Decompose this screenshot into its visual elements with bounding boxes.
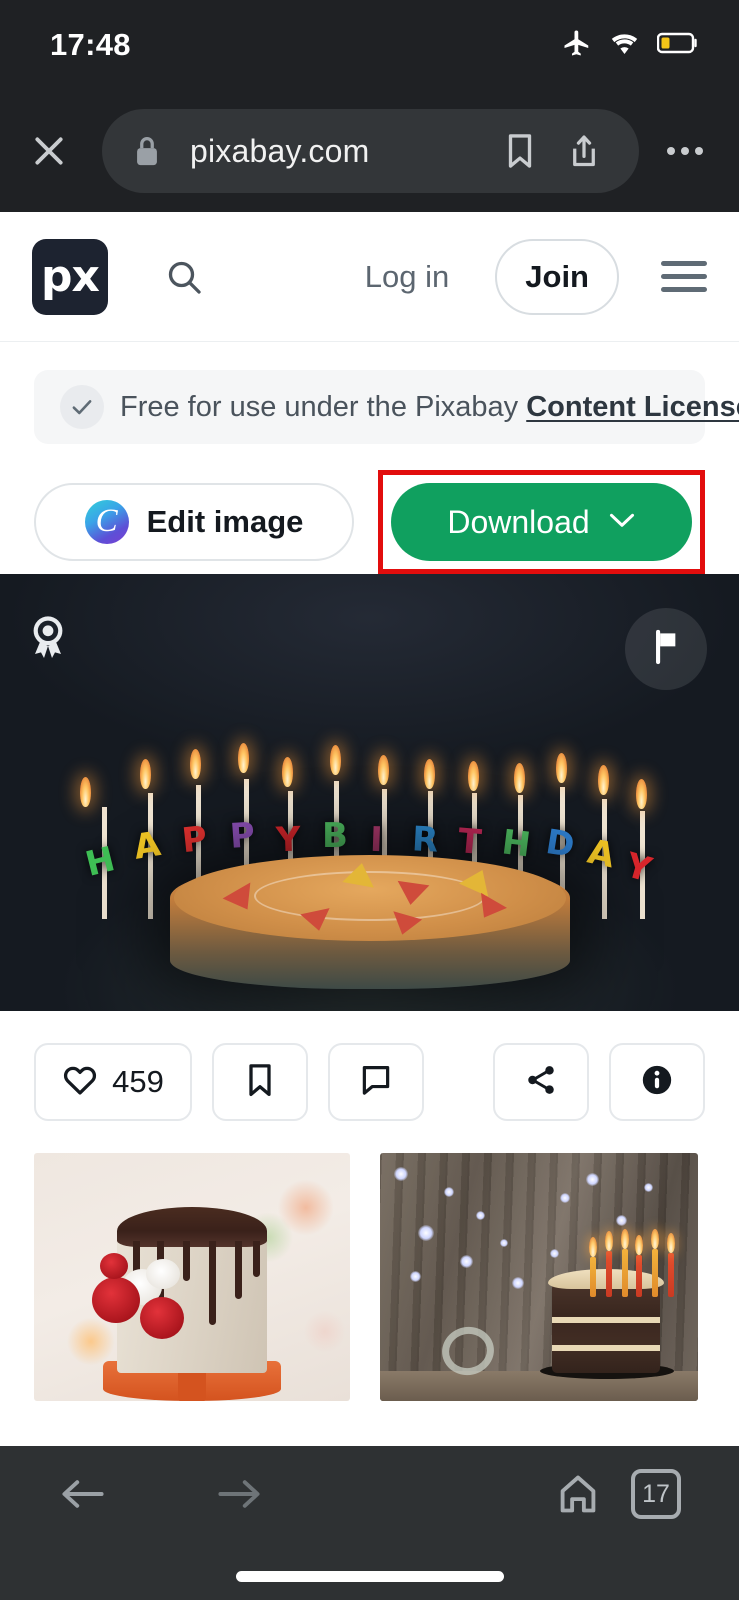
checkmark-icon xyxy=(60,385,104,429)
license-banner-wrap: Free for use under the Pixabay Content L… xyxy=(0,342,739,444)
share-network-icon xyxy=(524,1063,558,1102)
tab-count: 17 xyxy=(631,1469,681,1519)
license-banner: Free for use under the Pixabay Content L… xyxy=(34,370,739,444)
candle-letter: I xyxy=(369,819,384,861)
cake-top xyxy=(173,855,566,941)
thumb1-rose xyxy=(92,1277,140,1323)
lock-icon xyxy=(132,134,162,168)
primary-actions: C Edit image Download xyxy=(0,444,739,574)
license-text: Free for use under the Pixabay Content L… xyxy=(120,391,739,424)
like-count: 459 xyxy=(112,1064,164,1099)
candle-letter: A xyxy=(131,824,164,868)
hamburger-menu-icon[interactable] xyxy=(661,261,707,292)
join-button-label: Join xyxy=(525,258,589,294)
hero-image[interactable]: H A P P Y B I R T H D A Y xyxy=(0,574,739,1011)
bookmark-icon[interactable] xyxy=(491,122,549,180)
comment-icon xyxy=(360,1063,392,1102)
url-text: pixabay.com xyxy=(190,132,370,169)
battery-low-icon xyxy=(656,31,699,60)
candle-letter: H xyxy=(499,822,533,866)
engagement-bar: 459 xyxy=(0,1011,739,1121)
comment-button[interactable] xyxy=(328,1043,424,1121)
mobile-browser-screen: 17:48 pixabay.com px Log in Join Free fo… xyxy=(0,0,739,1600)
cake-body xyxy=(169,855,570,989)
tab-switcher-button[interactable]: 17 xyxy=(617,1455,695,1533)
thumb1-stand-pole xyxy=(178,1373,206,1401)
related-thumbnail-1[interactable] xyxy=(34,1153,350,1401)
arrow-right-icon[interactable] xyxy=(200,1455,278,1533)
pixabay-logo[interactable]: px xyxy=(32,238,108,315)
related-thumbnail-2[interactable] xyxy=(380,1153,698,1401)
thumb1-rose xyxy=(140,1297,184,1339)
thumb1-white-flower xyxy=(146,1259,180,1289)
edit-image-button[interactable]: C Edit image xyxy=(34,483,354,561)
candle-letter: P xyxy=(228,815,257,857)
status-clock: 17:48 xyxy=(50,27,131,62)
candle-letter: H xyxy=(81,839,119,885)
browser-bottom-bar: 17 xyxy=(0,1446,739,1600)
report-flag-button[interactable] xyxy=(625,608,707,690)
info-button[interactable] xyxy=(609,1043,705,1121)
download-highlight-box: Download xyxy=(378,470,705,574)
award-badge-icon xyxy=(28,614,68,662)
related-images xyxy=(0,1121,739,1401)
chevron-down-icon xyxy=(608,510,636,535)
airplane-icon xyxy=(562,28,592,63)
candle-letter: B xyxy=(322,816,348,856)
heart-icon xyxy=(62,1063,98,1102)
bookmark-icon xyxy=(245,1062,275,1103)
status-bar: 17:48 xyxy=(0,0,739,90)
share-button[interactable] xyxy=(493,1043,589,1121)
like-button[interactable]: 459 xyxy=(34,1043,192,1121)
home-icon[interactable] xyxy=(539,1455,617,1533)
flag-report-icon xyxy=(649,628,683,671)
wifi-icon xyxy=(609,30,640,61)
arrow-left-icon[interactable] xyxy=(44,1455,122,1533)
home-indicator[interactable] xyxy=(235,1571,504,1582)
candle-letter: D xyxy=(543,822,578,866)
address-bar[interactable]: pixabay.com xyxy=(102,109,639,193)
canva-c-icon: C xyxy=(84,500,129,544)
content-license-link[interactable]: Content License xyxy=(526,391,739,423)
info-icon xyxy=(640,1063,674,1102)
pixabay-logo-text: px xyxy=(41,250,100,302)
site-header: px Log in Join xyxy=(0,212,739,342)
candle-letter: Y xyxy=(620,845,656,891)
candle-letter: R xyxy=(410,819,440,861)
search-icon[interactable] xyxy=(158,251,210,303)
candle-letter: P xyxy=(179,818,209,862)
join-button[interactable]: Join xyxy=(495,238,619,315)
close-icon[interactable] xyxy=(22,124,76,178)
login-link[interactable]: Log in xyxy=(365,259,449,295)
save-bookmark-button[interactable] xyxy=(212,1043,308,1121)
license-text-prefix: Free for use under the Pixabay xyxy=(120,390,527,423)
status-indicators xyxy=(562,28,699,63)
candle-letter: A xyxy=(584,831,619,877)
edit-image-label: Edit image xyxy=(146,504,304,539)
browser-toolbar: pixabay.com xyxy=(0,90,739,212)
thumb1-rose xyxy=(100,1253,128,1279)
candle-letter: Y xyxy=(275,819,302,861)
bottom-nav-icons: 17 xyxy=(0,1446,739,1542)
download-label: Download xyxy=(447,503,590,540)
download-button[interactable]: Download xyxy=(391,483,692,561)
candle-letter: T xyxy=(456,821,483,863)
more-options-icon[interactable] xyxy=(657,123,713,179)
share-up-icon[interactable] xyxy=(555,122,613,180)
